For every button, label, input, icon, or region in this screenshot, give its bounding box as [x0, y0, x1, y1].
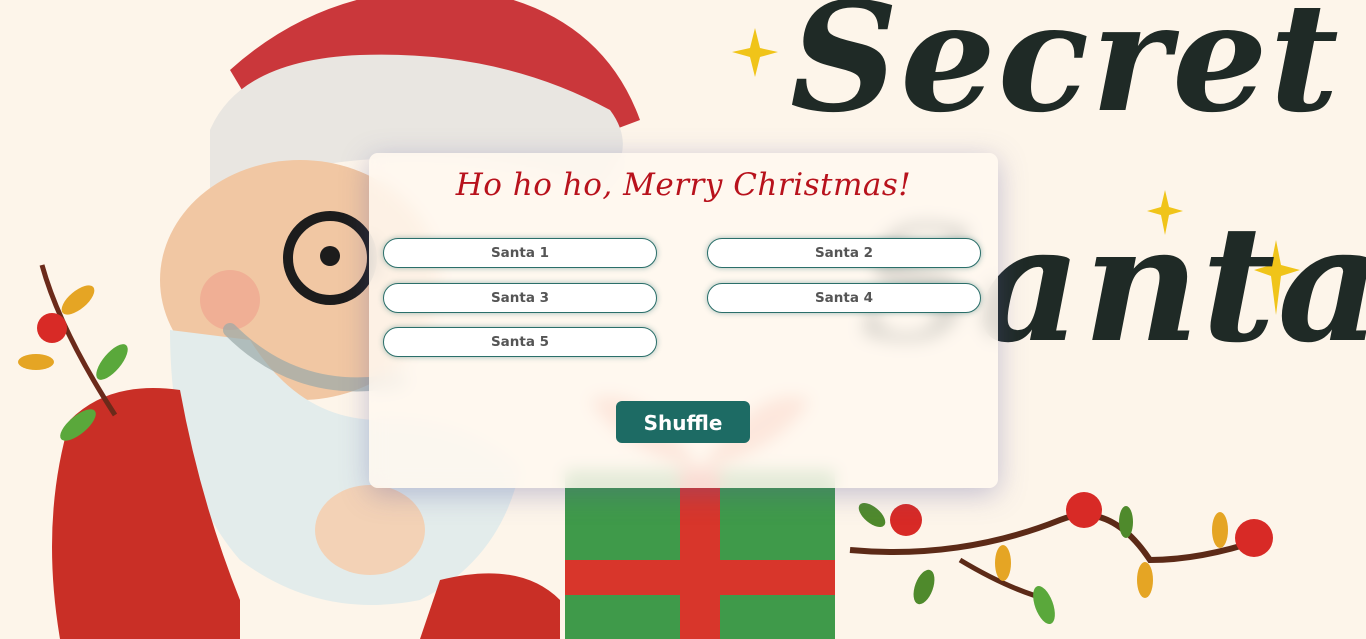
- page-stage: Secret Santa Ho ho ho, Merry Christmas! …: [0, 0, 1366, 639]
- secret-santa-title-line1: Secret: [790, 0, 1341, 146]
- santa-card: Ho ho ho, Merry Christmas! Santa 1 Santa…: [369, 153, 998, 488]
- santa-field-4[interactable]: Santa 4: [707, 283, 981, 313]
- santa-field-1[interactable]: Santa 1: [383, 238, 657, 268]
- shuffle-button[interactable]: Shuffle: [616, 401, 750, 443]
- card-title: Ho ho ho, Merry Christmas!: [455, 167, 912, 203]
- santa-field-3[interactable]: Santa 3: [383, 283, 657, 313]
- santa-field-2[interactable]: Santa 2: [707, 238, 981, 268]
- santa-field-5[interactable]: Santa 5: [383, 327, 657, 357]
